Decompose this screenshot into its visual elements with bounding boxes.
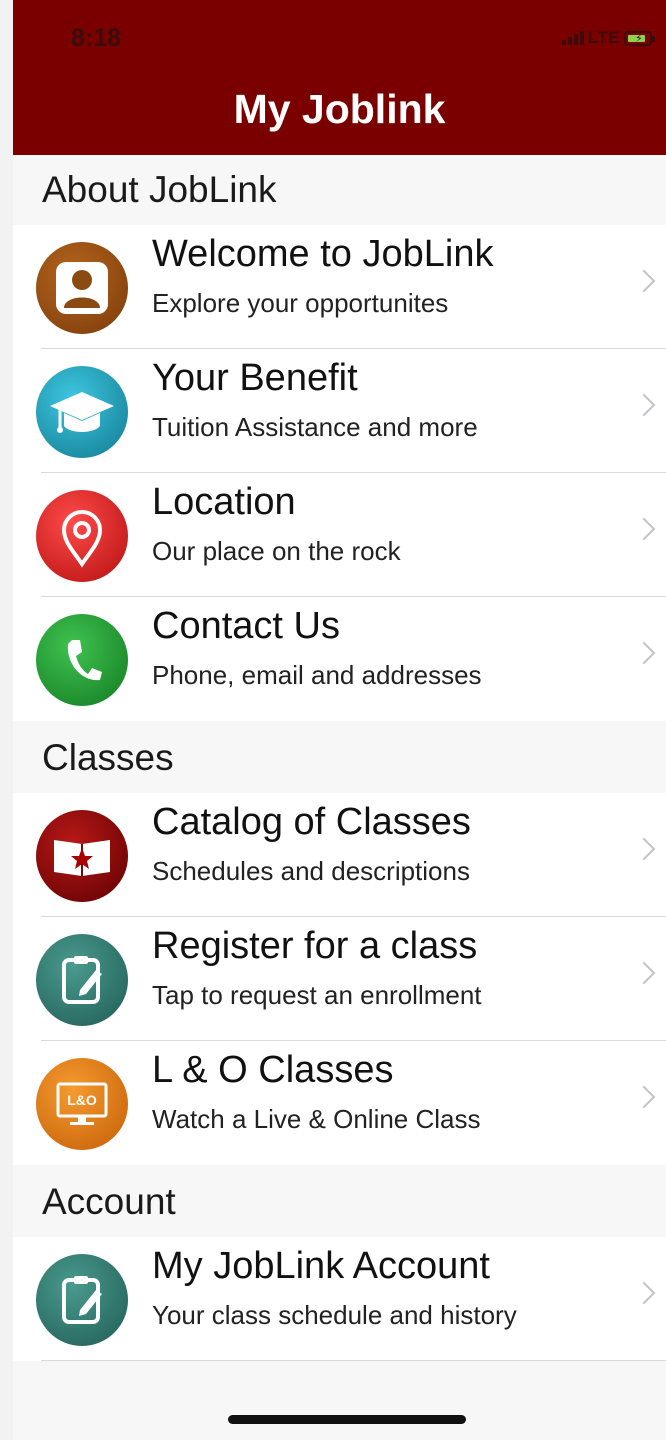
item-subtitle: Tap to request an enrollment <box>152 980 482 1010</box>
list-item-contact[interactable]: Contact Us Phone, email and addresses <box>13 597 666 721</box>
person-icon <box>36 242 128 334</box>
item-title: Register for a class <box>152 925 478 967</box>
item-subtitle: Phone, email and addresses <box>152 660 482 690</box>
chevron-right-icon <box>632 269 656 293</box>
item-subtitle: Tuition Assistance and more <box>152 412 478 442</box>
section-title: Account <box>42 1181 176 1222</box>
item-subtitle: Explore your opportunites <box>152 288 449 318</box>
chevron-right-icon <box>632 837 656 861</box>
item-title: Location <box>152 481 296 523</box>
list-item-welcome[interactable]: Welcome to JobLink Explore your opportun… <box>13 225 666 349</box>
chevron-right-icon <box>632 393 656 417</box>
list-item-account[interactable]: My JobLink Account Your class schedule a… <box>13 1237 666 1361</box>
item-subtitle: Watch a Live & Online Class <box>152 1104 481 1134</box>
chevron-right-icon <box>632 517 656 541</box>
divider <box>41 1360 666 1361</box>
list-item-register[interactable]: Register for a class Tap to request an e… <box>13 917 666 1041</box>
list-item-catalog[interactable]: Catalog of Classes Schedules and descrip… <box>13 793 666 917</box>
status-time: 8:18 <box>71 24 122 52</box>
chevron-right-icon <box>632 641 656 665</box>
chevron-right-icon <box>632 1085 656 1109</box>
section-header-classes: Classes <box>13 723 666 793</box>
chevron-right-icon <box>632 1281 656 1305</box>
list-item-location[interactable]: Location Our place on the rock <box>13 473 666 597</box>
monitor-lo-icon: L&O <box>36 1058 128 1150</box>
chevron-right-icon <box>632 961 656 985</box>
network-label: LTE <box>587 28 620 47</box>
clipboard-edit-icon <box>36 934 128 1026</box>
item-subtitle: Your class schedule and history <box>152 1300 517 1330</box>
item-title: Your Benefit <box>152 357 358 399</box>
item-title: L & O Classes <box>152 1049 394 1091</box>
section-header-account: Account <box>13 1167 666 1237</box>
graduation-cap-icon <box>36 366 128 458</box>
item-title: My JobLink Account <box>152 1245 490 1287</box>
phone-icon <box>36 614 128 706</box>
map-pin-icon <box>36 490 128 582</box>
status-indicators: LTE ⚡ <box>561 28 655 48</box>
battery-icon: ⚡ <box>624 30 655 46</box>
account-group: My JobLink Account Your class schedule a… <box>13 1237 666 1361</box>
navigation-bar: 8:18 LTE ⚡ My Joblink <box>13 0 666 155</box>
list-item-lo-classes[interactable]: L&O L & O Classes Watch a Live & Online … <box>13 1041 666 1165</box>
section-title: About JobLink <box>42 169 277 210</box>
signal-icon <box>561 31 584 45</box>
about-group: Welcome to JobLink Explore your opportun… <box>13 225 666 721</box>
home-indicator[interactable] <box>228 1415 466 1424</box>
item-subtitle: Schedules and descriptions <box>152 856 470 886</box>
item-title: Contact Us <box>152 605 340 647</box>
section-title: Classes <box>42 737 174 778</box>
list-item-benefit[interactable]: Your Benefit Tuition Assistance and more <box>13 349 666 473</box>
section-header-about: About JobLink <box>13 155 666 225</box>
item-subtitle: Our place on the rock <box>152 536 401 566</box>
item-title: Catalog of Classes <box>152 801 471 843</box>
clipboard-edit-icon <box>36 1254 128 1346</box>
icon-label: L&O <box>67 1092 97 1108</box>
page-title: My Joblink <box>233 86 446 132</box>
classes-group: Catalog of Classes Schedules and descrip… <box>13 793 666 1165</box>
app-screen: 8:18 LTE ⚡ My Joblink About JobLink Welc… <box>13 0 666 1440</box>
item-title: Welcome to JobLink <box>152 233 494 275</box>
book-star-icon <box>36 810 128 902</box>
